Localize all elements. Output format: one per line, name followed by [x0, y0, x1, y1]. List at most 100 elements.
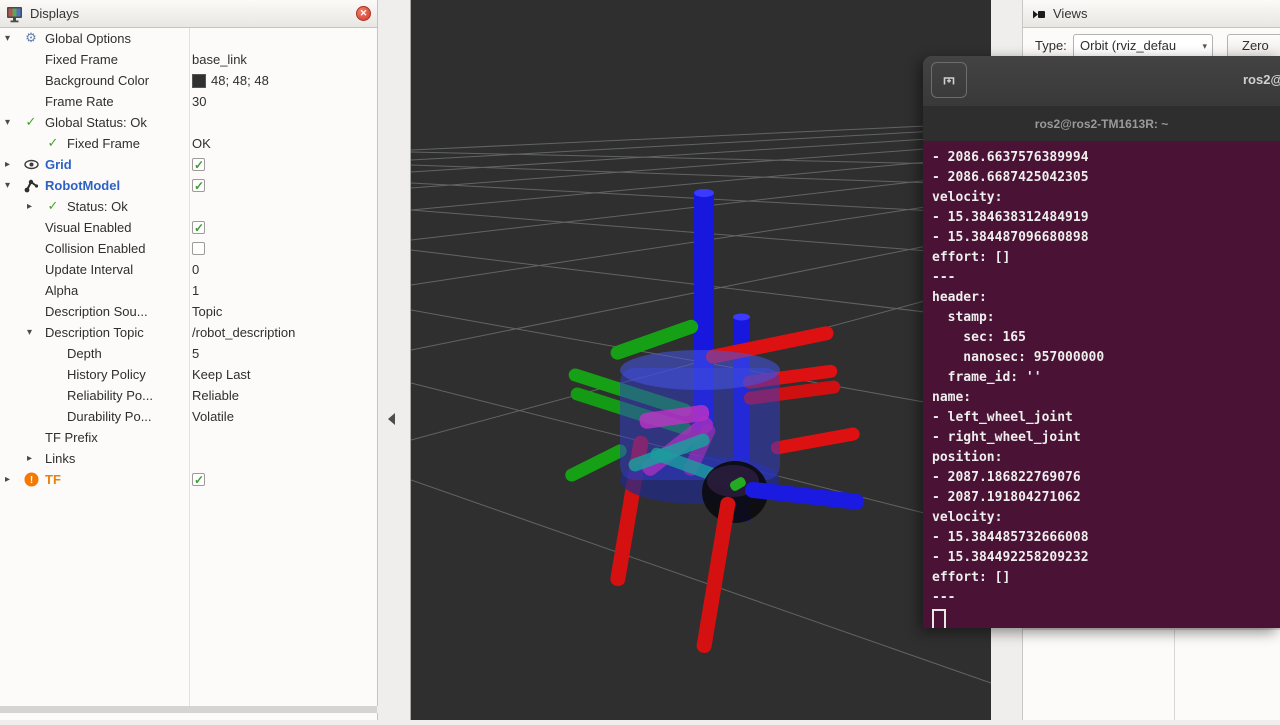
views-panel-title: Views [1053, 6, 1087, 21]
property-label: Frame Rate [45, 91, 114, 112]
expand-arrow-icon[interactable]: ▸ [5, 154, 10, 175]
color-swatch [192, 74, 206, 88]
property-value[interactable]: 1 [192, 280, 199, 301]
displays-icon [6, 5, 24, 23]
property-label: Depth [67, 343, 102, 364]
terminal-line: - 2087.186822769076 [923, 468, 1280, 488]
displays-panel-title: Displays [30, 6, 79, 21]
terminal-tab-bar[interactable]: ros2@ros2-TM1613R: ~ [923, 106, 1280, 141]
enabled-checkbox[interactable] [192, 221, 205, 234]
terminal-line: - 15.384485732666008 [923, 528, 1280, 548]
property-label: Background Color [45, 70, 149, 91]
property-label: Fixed Frame [67, 133, 140, 154]
property-label: Visual Enabled [45, 217, 132, 238]
terminal-tab-title: ros2@ros2-TM1613R: ~ [1035, 117, 1168, 131]
property-value[interactable]: 30 [192, 91, 206, 112]
property-value[interactable] [192, 469, 205, 490]
terminal-line: - 15.384487096680898 [923, 228, 1280, 248]
enabled-checkbox[interactable] [192, 179, 205, 192]
property-value[interactable]: /robot_description [192, 322, 295, 343]
property-value[interactable]: 0 [192, 259, 199, 280]
check-icon: ✓ [26, 112, 37, 133]
views-list-top-edge [1023, 628, 1280, 630]
terminal-line: header: [923, 288, 1280, 308]
displays-panel: Displays ✕ ▾⚙Global OptionsFixed Frameba… [0, 0, 378, 706]
terminal-line: position: [923, 448, 1280, 468]
property-label: Collision Enabled [45, 238, 145, 259]
property-value[interactable]: OK [192, 133, 211, 154]
property-label: Alpha [45, 280, 78, 301]
property-label: Links [45, 448, 75, 469]
property-label: RobotModel [45, 175, 120, 196]
collapse-panel-arrow[interactable] [388, 413, 395, 425]
terminal-line: velocity: [923, 188, 1280, 208]
zero-button[interactable]: Zero [1227, 34, 1280, 58]
panel-splitter[interactable] [0, 706, 377, 713]
property-label: TF [45, 469, 61, 490]
terminal-line: stamp: [923, 308, 1280, 328]
property-label: Durability Po... [67, 406, 152, 427]
property-label: Grid [45, 154, 72, 175]
enabled-checkbox[interactable] [192, 242, 205, 255]
terminal-window-title: ros2@ [1243, 72, 1280, 87]
expand-arrow-icon[interactable]: ▸ [27, 196, 32, 217]
property-value[interactable]: Keep Last [192, 364, 251, 385]
robot-model [563, 189, 865, 654]
property-value[interactable]: Topic [192, 301, 222, 322]
terminal-line: --- [923, 588, 1280, 608]
svg-text:!: ! [29, 475, 32, 486]
property-label: Status: Ok [67, 196, 128, 217]
property-label: Global Options [45, 28, 131, 49]
terminal-output[interactable]: - 2086.6637576389994- 2086.6687425042305… [923, 141, 1280, 628]
terminal-line: - left_wheel_joint [923, 408, 1280, 428]
collapse-arrow-icon[interactable]: ▾ [5, 175, 10, 196]
terminal-line: name: [923, 388, 1280, 408]
collapse-arrow-icon[interactable]: ▾ [5, 28, 10, 49]
expand-arrow-icon[interactable]: ▸ [27, 448, 32, 469]
warning-icon: ! [24, 472, 39, 487]
views-panel-header[interactable]: Views [1023, 0, 1280, 28]
terminal-line: - 15.384638312484919 [923, 208, 1280, 228]
property-label: Fixed Frame [45, 49, 118, 70]
enabled-checkbox[interactable] [192, 473, 205, 486]
terminal-line: sec: 165 [923, 328, 1280, 348]
terminal-line: - 15.384492258209232 [923, 548, 1280, 568]
new-tab-icon [940, 71, 958, 89]
close-panel-button[interactable]: ✕ [356, 6, 371, 21]
view-type-dropdown[interactable]: Orbit (rviz_defau ▾ [1073, 34, 1213, 58]
collapse-arrow-icon[interactable]: ▾ [27, 322, 32, 343]
3d-viewport[interactable] [410, 0, 991, 720]
property-value[interactable]: 48; 48; 48 [192, 70, 269, 91]
terminal-titlebar[interactable]: ros2@ [923, 56, 1280, 106]
property-label: History Policy [67, 364, 146, 385]
property-column-divider[interactable] [189, 28, 190, 706]
property-value[interactable]: base_link [192, 49, 247, 70]
chevron-down-icon: ▾ [1202, 35, 1207, 57]
robot-model-icon [23, 178, 39, 193]
property-value[interactable]: Volatile [192, 406, 234, 427]
expand-arrow-icon[interactable]: ▸ [5, 469, 10, 490]
terminal-line: - 2086.6637576389994 [923, 148, 1280, 168]
property-value[interactable]: 5 [192, 343, 199, 364]
property-value[interactable] [192, 175, 205, 196]
check-icon: ✓ [48, 133, 59, 154]
terminal-window: ros2@ ros2@ros2-TM1613R: ~ - 2086.663757… [923, 56, 1280, 628]
view-type-label: Type: [1035, 38, 1067, 53]
terminal-line: effort: [] [923, 568, 1280, 588]
displays-panel-header[interactable]: Displays ✕ [0, 0, 377, 28]
property-value[interactable] [192, 154, 205, 175]
robot-model-render [411, 0, 991, 720]
views-column-divider [1174, 630, 1175, 720]
property-value[interactable] [192, 217, 205, 238]
new-tab-button[interactable] [931, 62, 967, 98]
property-value[interactable]: Reliable [192, 385, 239, 406]
enabled-checkbox[interactable] [192, 158, 205, 171]
terminal-line: frame_id: '' [923, 368, 1280, 388]
terminal-line: nanosec: 957000000 [923, 348, 1280, 368]
lower-panel-edge [0, 713, 378, 720]
eye-icon [24, 159, 39, 170]
gear-icon: ⚙ [25, 28, 37, 49]
terminal-line: effort: [] [923, 248, 1280, 268]
collapse-arrow-icon[interactable]: ▾ [5, 112, 10, 133]
property-value[interactable] [192, 238, 205, 259]
